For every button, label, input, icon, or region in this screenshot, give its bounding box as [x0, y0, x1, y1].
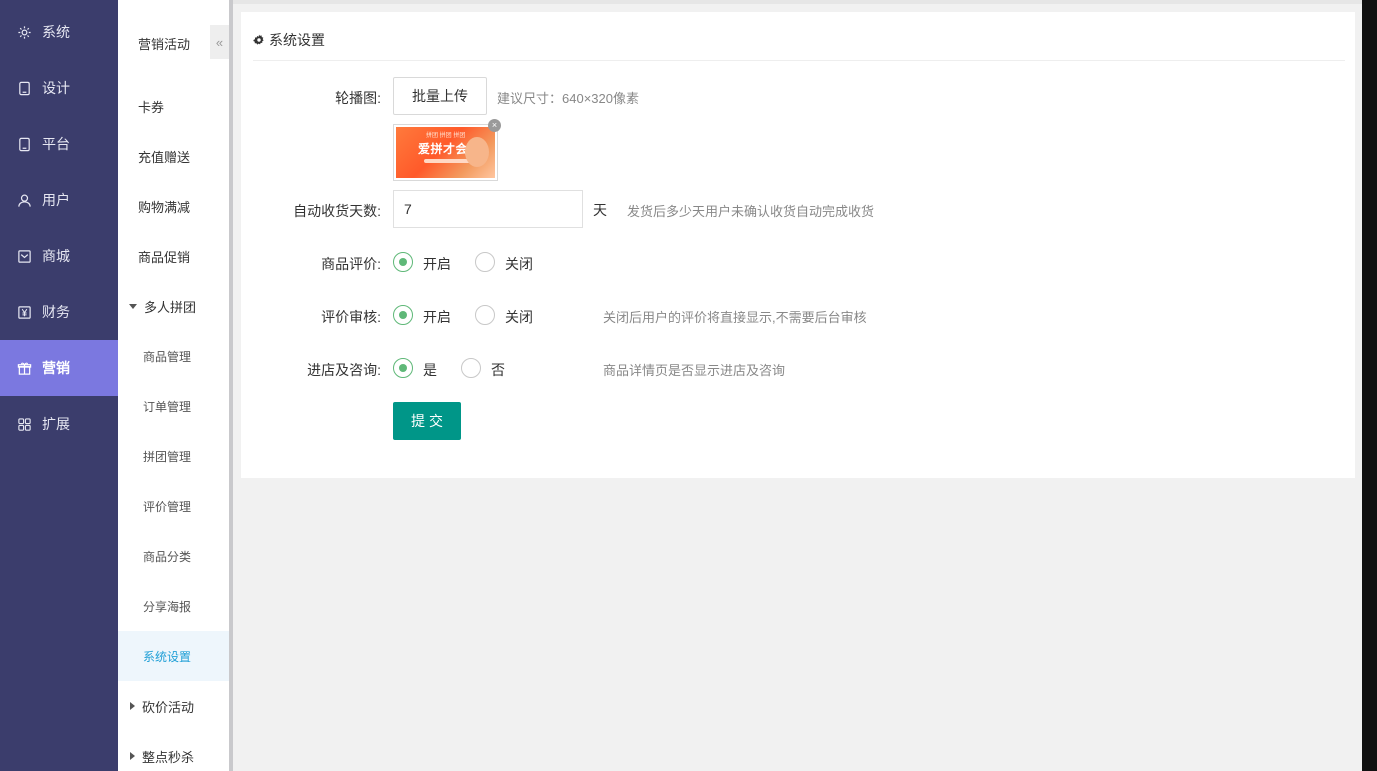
sub-item-settings[interactable]: 系统设置 — [118, 631, 230, 681]
sub-item-poster[interactable]: 分享海报 — [118, 581, 230, 631]
gear-icon — [18, 25, 31, 39]
nav-item-marketing[interactable]: 营销 — [0, 340, 118, 396]
consult-yes-label[interactable]: 是 — [423, 360, 437, 380]
user-icon — [18, 194, 31, 207]
auto-receive-hint: 发货后多少天用户未确认收货自动完成收货 — [627, 204, 875, 219]
card-header: 系统设置 — [253, 28, 325, 52]
sub-item-orders[interactable]: 订单管理 — [118, 381, 230, 431]
nav-label: 商城 — [42, 248, 70, 264]
audit-on-radio[interactable] — [393, 305, 413, 325]
nav-label: 营销 — [42, 360, 70, 376]
store-consult-label: 进店及咨询: — [307, 362, 381, 378]
audit-off-radio[interactable] — [475, 305, 495, 325]
banner-tag: 拼团 拼团 拼团 — [426, 133, 466, 139]
tablet-icon — [19, 137, 30, 151]
review-audit-label: 评价审核: — [321, 309, 381, 325]
sub-item-fullcut[interactable]: 购物满减 — [118, 181, 230, 231]
banner-image: 拼团 拼团 拼团 爱拼才会IN — [396, 127, 495, 178]
sub-group-bargain[interactable]: 砍价活动 — [118, 681, 230, 731]
main-nav: 系统 设计 平台 用户 商城 财务 营销 扩展 — [0, 0, 118, 771]
sub-group-label: 砍价活动 — [142, 699, 195, 715]
nav-item-platform[interactable]: 平台 — [0, 116, 118, 172]
batch-upload-button[interactable]: 批量上传 — [393, 77, 487, 115]
sub-item-reviews[interactable]: 评价管理 — [118, 481, 230, 531]
sub-group-groupbuy[interactable]: 多人拼团 — [118, 281, 230, 331]
days-unit: 天 — [593, 202, 607, 218]
caret-right-icon — [130, 702, 135, 710]
sub-item-goods[interactable]: 商品管理 — [118, 331, 230, 381]
sub-item-groups[interactable]: 拼团管理 — [118, 431, 230, 481]
tablet-icon — [19, 81, 30, 95]
collapse-sidebar-button[interactable]: « — [210, 25, 229, 59]
nav-label: 平台 — [42, 136, 70, 152]
nav-item-finance[interactable]: 财务 — [0, 284, 118, 340]
audit-on-label[interactable]: 开启 — [423, 307, 451, 327]
banner-decoration — [465, 137, 489, 167]
nav-label: 系统 — [42, 24, 70, 40]
audit-off-label[interactable]: 关闭 — [505, 307, 533, 327]
banner-bar — [424, 159, 472, 163]
delete-image-icon[interactable]: × — [488, 119, 501, 132]
nav-label: 用户 — [42, 192, 70, 208]
review-on-label[interactable]: 开启 — [423, 254, 451, 274]
yen-icon — [18, 305, 31, 319]
caret-right-icon — [130, 752, 135, 760]
consult-no-label[interactable]: 否 — [491, 360, 505, 380]
nav-label: 扩展 — [42, 416, 70, 432]
settings-card: 系统设置 轮播图: 批量上传 建议尺寸：640×320像素 拼团 拼团 拼团 爱… — [241, 12, 1355, 478]
sub-group-label: 整点秒杀 — [142, 749, 195, 765]
carousel-thumbnail[interactable]: 拼团 拼团 拼团 爱拼才会IN — [393, 124, 498, 181]
auto-receive-days-input[interactable]: 7 — [393, 190, 583, 228]
sub-item-category[interactable]: 商品分类 — [118, 531, 230, 581]
card-title: 系统设置 — [269, 32, 325, 48]
review-on-radio[interactable] — [393, 252, 413, 272]
sub-item-recharge[interactable]: 充值赠送 — [118, 131, 230, 181]
store-consult-hint: 商品详情页是否显示进店及咨询 — [603, 363, 786, 378]
mail-icon — [18, 249, 31, 263]
nav-item-user[interactable]: 用户 — [0, 172, 118, 228]
caret-down-icon — [129, 303, 137, 309]
carousel-label: 轮播图: — [335, 90, 381, 106]
nav-label: 财务 — [42, 304, 70, 320]
top-divider — [233, 0, 1362, 4]
nav-item-extension[interactable]: 扩展 — [0, 396, 118, 452]
grid-icon — [18, 417, 31, 431]
review-label: 商品评价: — [321, 256, 381, 272]
sub-sidebar: 营销活动 卡券 充值赠送 购物满减 商品促销 多人拼团 商品管理 订单管理 拼团… — [118, 0, 230, 771]
review-off-label[interactable]: 关闭 — [505, 254, 533, 274]
gear-icon — [253, 34, 264, 45]
review-off-radio[interactable] — [475, 252, 495, 272]
card-divider — [253, 60, 1345, 61]
review-audit-hint: 关闭后用户的评价将直接显示,不需要后台审核 — [603, 310, 867, 325]
sub-group-label: 多人拼团 — [144, 299, 197, 315]
nav-item-design[interactable]: 设计 — [0, 60, 118, 116]
sub-item-coupon[interactable]: 卡券 — [118, 81, 230, 131]
submit-button[interactable]: 提交 — [393, 402, 461, 440]
sub-group-flashsale[interactable]: 整点秒杀 — [118, 731, 230, 771]
auto-receive-label: 自动收货天数: — [293, 203, 381, 219]
sidebar-scrollbar[interactable] — [229, 0, 233, 771]
consult-no-radio[interactable] — [461, 358, 481, 378]
nav-item-mall[interactable]: 商城 — [0, 228, 118, 284]
consult-yes-radio[interactable] — [393, 358, 413, 378]
nav-label: 设计 — [42, 80, 70, 96]
window-edge — [1362, 0, 1377, 771]
nav-item-system[interactable]: 系统 — [0, 4, 118, 60]
sub-item-promotion[interactable]: 商品促销 — [118, 231, 230, 281]
carousel-size-hint: 建议尺寸：640×320像素 — [497, 91, 639, 106]
gift-icon — [17, 362, 32, 375]
